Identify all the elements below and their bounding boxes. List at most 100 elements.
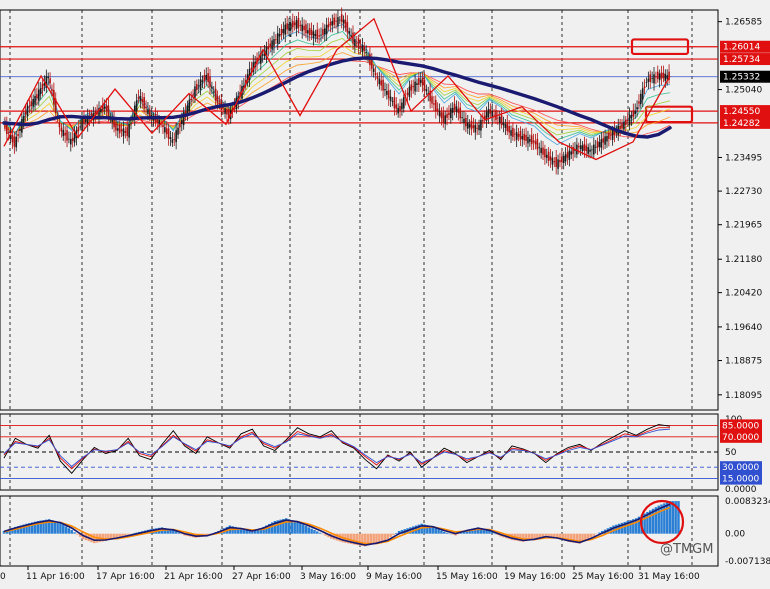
candle-body [538, 147, 541, 149]
candle-body [408, 86, 411, 97]
histogram-bar [389, 533, 392, 538]
candle-body [107, 105, 110, 117]
candle-body [79, 126, 81, 128]
candle-body [583, 143, 586, 151]
candle-body [500, 115, 503, 125]
candle-body [621, 123, 623, 129]
candle-body [497, 117, 499, 119]
candle-body [143, 97, 145, 109]
candle-body [145, 106, 147, 109]
candle-body [361, 45, 364, 52]
candle-body [591, 149, 593, 151]
candle-body [651, 78, 653, 80]
candle-body [196, 84, 198, 90]
candle-body [380, 80, 383, 86]
candle-body [515, 132, 518, 140]
candle-body [465, 117, 467, 127]
candle-body [211, 86, 213, 89]
candle-body [487, 109, 490, 118]
candle-body [222, 107, 224, 109]
price-tick-label: 1.18095 [725, 391, 762, 401]
hist-tick-label: 0.0083234 [725, 497, 770, 507]
histogram-bar [663, 503, 666, 534]
candle-body [478, 124, 480, 131]
candle-body [461, 117, 463, 118]
candle-body [307, 30, 309, 34]
histogram-bar [440, 530, 443, 534]
candle-body [261, 54, 264, 56]
candle-body [354, 39, 356, 46]
price-level-label: 1.24550 [723, 107, 760, 117]
histogram-bar [118, 533, 121, 537]
candle-body [51, 89, 53, 91]
histogram-bar [62, 524, 65, 534]
candle-body [165, 128, 168, 135]
candle-body [545, 154, 548, 158]
candle-body [594, 146, 597, 148]
candle-body [24, 111, 27, 115]
histogram-bar [589, 533, 593, 538]
candle-body [630, 115, 633, 119]
price-level-label: 1.24282 [723, 119, 760, 129]
candle-body [585, 145, 588, 152]
candle-body [596, 141, 599, 148]
candle-body [372, 68, 375, 73]
candle-body [162, 124, 164, 127]
candle-body [38, 89, 40, 101]
histogram-bar [547, 533, 550, 537]
candle-body [284, 24, 287, 35]
candle-body [30, 101, 33, 107]
candle-body [179, 123, 181, 128]
candle-body [269, 43, 272, 48]
candle-body [549, 156, 552, 161]
candle-body [399, 105, 401, 111]
candle-body [103, 106, 106, 109]
osc-level-label: 30.0000 [722, 463, 759, 473]
candle-body [474, 124, 477, 133]
candle-body [645, 81, 648, 83]
candle-body [357, 38, 360, 49]
candle-body [658, 73, 661, 81]
candle-body [529, 139, 531, 142]
candle-body [124, 130, 127, 133]
candle-body [69, 139, 72, 145]
candle-body [459, 107, 462, 119]
candle-body [333, 17, 335, 25]
histogram-bar [677, 501, 680, 534]
candle-body [653, 74, 655, 84]
candle-body [581, 145, 584, 152]
forex-chart: 1.26585 1.25040 1.23495 1.22730 1.21965 1.211… [0, 0, 770, 585]
candle-body [365, 51, 367, 53]
candle-body [205, 74, 208, 80]
chart-canvas: 1.26585 1.25040 1.23495 1.22730 1.21965 1.211… [0, 0, 770, 585]
candle-body [177, 127, 179, 135]
candle-body [553, 161, 556, 163]
candle-body [85, 119, 87, 122]
time-axis-label: 27 Apr 16:00 [232, 572, 291, 582]
candle-body [267, 46, 270, 50]
time-axis-label: 31 May 16:00 [638, 572, 700, 582]
candle-body [60, 127, 63, 132]
histogram-bar [296, 521, 299, 534]
histogram-bar [76, 533, 79, 535]
candle-body [314, 33, 317, 36]
histogram-bar [372, 533, 375, 544]
histogram-bar [316, 531, 319, 534]
candle-body [472, 125, 475, 128]
candle-body [643, 86, 646, 88]
histogram-bar [304, 525, 308, 534]
candle-body [120, 129, 123, 132]
candle-body [579, 145, 582, 150]
hist-tick-label: 0.00 [725, 530, 745, 540]
candle-body [656, 71, 659, 79]
histogram-bar [668, 501, 672, 534]
candle-body [149, 109, 151, 118]
candle-body [318, 35, 320, 37]
candle-body [393, 97, 396, 109]
histogram-bar [437, 529, 440, 534]
histogram-bar [59, 522, 62, 534]
histogram-bar [448, 533, 452, 535]
candle-body [466, 122, 469, 129]
histogram-bar [293, 521, 296, 534]
candle-body [640, 93, 642, 104]
